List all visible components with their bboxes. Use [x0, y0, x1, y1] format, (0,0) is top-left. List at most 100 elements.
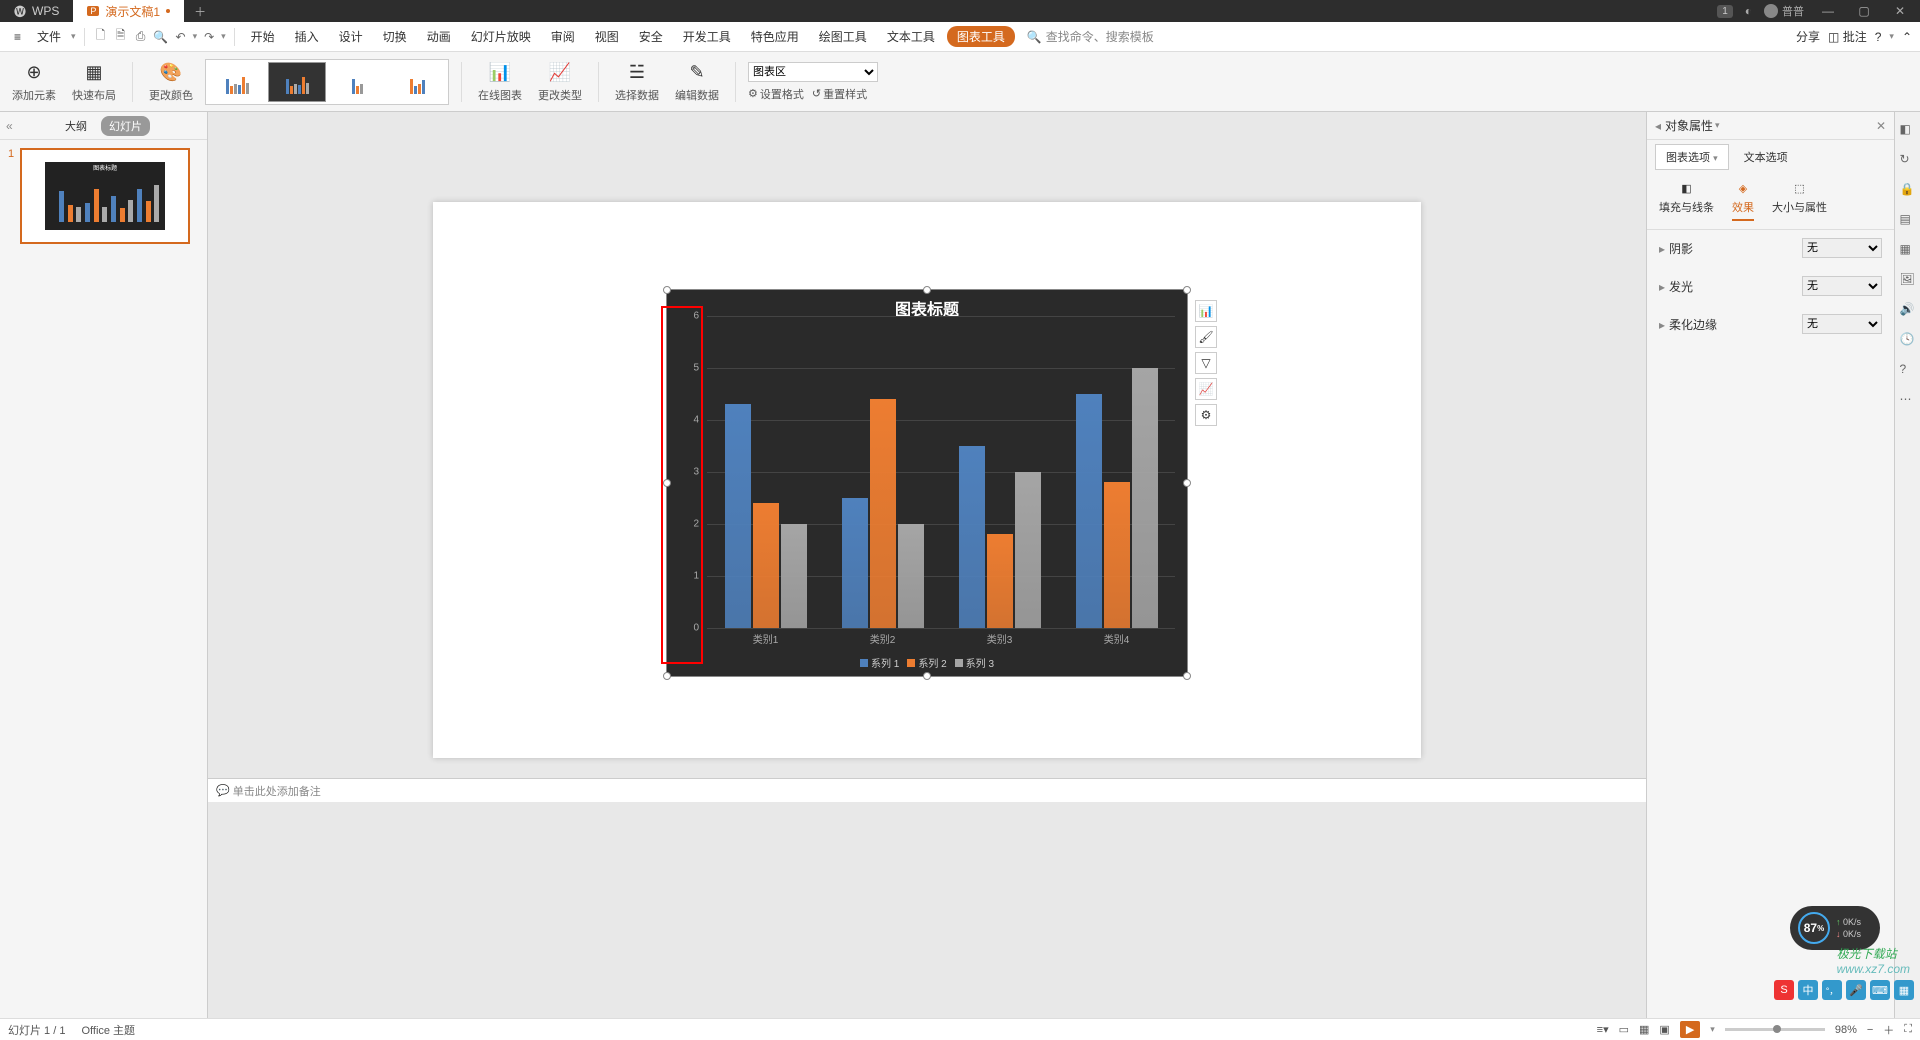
- menu-view[interactable]: 视图: [587, 24, 627, 49]
- tray-sogou-icon[interactable]: S: [1774, 980, 1794, 1000]
- menu-special[interactable]: 特色应用: [743, 24, 807, 49]
- user-area[interactable]: 普普: [1764, 3, 1804, 19]
- command-search[interactable]: 🔍 查找命令、搜索模板: [1019, 26, 1162, 47]
- menu-transition[interactable]: 切换: [375, 24, 415, 49]
- sidebar-sync-icon[interactable]: ↻: [1900, 152, 1916, 168]
- quick-layout-button[interactable]: ▦ 快速布局: [68, 61, 120, 103]
- menu-charttools[interactable]: 图表工具: [947, 26, 1015, 47]
- tray-grid-icon[interactable]: ▦: [1894, 980, 1914, 1000]
- expand-softedge-icon[interactable]: ▸: [1659, 318, 1665, 332]
- chart-data-icon[interactable]: 📈: [1195, 378, 1217, 400]
- text-options-tab[interactable]: 文本选项: [1733, 144, 1799, 170]
- change-color-button[interactable]: 🎨 更改颜色: [145, 61, 197, 103]
- saveas-icon[interactable]: 🗎: [113, 29, 129, 45]
- app-tab[interactable]: 🅦 WPS: [0, 0, 73, 22]
- edit-data-button[interactable]: ✎ 编辑数据: [671, 61, 723, 103]
- menu-drawtools[interactable]: 绘图工具: [811, 24, 875, 49]
- new-tab-button[interactable]: ＋: [184, 3, 216, 20]
- slide-canvas[interactable]: 图表标题 0123456 类别1类别2类别3类别4 系列 1系列 2系列 3 📊…: [433, 202, 1421, 758]
- reset-style-button[interactable]: ↺重置样式: [812, 86, 867, 102]
- expand-shadow-icon[interactable]: ▸: [1659, 242, 1665, 256]
- style-2[interactable]: [268, 62, 326, 102]
- document-tab[interactable]: P 演示文稿1: [73, 0, 184, 22]
- chart-object[interactable]: 图表标题 0123456 类别1类别2类别3类别4 系列 1系列 2系列 3 📊…: [666, 289, 1188, 677]
- sidebar-audio-icon[interactable]: 🔊: [1900, 302, 1916, 318]
- menu-insert[interactable]: 插入: [287, 24, 327, 49]
- online-chart-button[interactable]: 📊 在线图表: [474, 61, 526, 103]
- undo-icon[interactable]: ↶: [173, 29, 189, 45]
- style-1[interactable]: [208, 62, 266, 102]
- share-button[interactable]: 分享: [1796, 28, 1820, 45]
- file-menu[interactable]: 文件: [31, 25, 67, 48]
- slide-thumbnail[interactable]: 图表标题: [20, 148, 190, 244]
- fill-line-subtab[interactable]: ◧填充与线条: [1659, 182, 1714, 221]
- save-icon[interactable]: 🗋: [93, 29, 109, 45]
- fit-icon[interactable]: ⛶: [1904, 1023, 1912, 1036]
- zoom-plus-icon[interactable]: ＋: [1883, 1022, 1894, 1038]
- glow-select[interactable]: 无: [1802, 276, 1882, 296]
- notes-area[interactable]: 💬 单击此处添加备注: [208, 778, 1646, 802]
- tray-mic-icon[interactable]: 🎤: [1846, 980, 1866, 1000]
- change-type-button[interactable]: 📈 更改类型: [534, 61, 586, 103]
- view-reading-icon[interactable]: ▣: [1659, 1023, 1669, 1036]
- sidebar-image-icon[interactable]: 🖼: [1900, 272, 1916, 288]
- menu-texttools[interactable]: 文本工具: [879, 24, 943, 49]
- menu-review[interactable]: 审阅: [543, 24, 583, 49]
- chart-element-selector[interactable]: 图表区: [748, 62, 878, 82]
- notes-toggle-icon[interactable]: ≡▾: [1597, 1023, 1609, 1036]
- preview-icon[interactable]: 🔍: [153, 29, 169, 45]
- sidebar-help-icon[interactable]: ?: [1900, 362, 1916, 378]
- menu-design[interactable]: 设计: [331, 24, 371, 49]
- chart-options-tab[interactable]: 图表选项 ▾: [1655, 144, 1729, 170]
- sidebar-lock-icon[interactable]: 🔒: [1900, 182, 1916, 198]
- zoom-value[interactable]: 98%: [1835, 1024, 1857, 1036]
- tray-punct-icon[interactable]: °，: [1822, 980, 1842, 1000]
- redo-icon[interactable]: ↷: [201, 29, 217, 45]
- view-normal-icon[interactable]: ▭: [1619, 1023, 1629, 1036]
- notification-badge[interactable]: 1: [1717, 5, 1733, 18]
- slides-tab[interactable]: 幻灯片: [101, 116, 150, 136]
- chart-style-gallery[interactable]: [205, 59, 449, 105]
- speed-widget[interactable]: 87% ↑ 0K/s ↓ 0K/s: [1790, 906, 1880, 950]
- maximize-button[interactable]: ▢: [1852, 4, 1876, 18]
- collapse-ribbon-icon[interactable]: ⌃: [1902, 30, 1912, 44]
- collapse-panel-icon[interactable]: «: [6, 119, 13, 133]
- menu-security[interactable]: 安全: [631, 24, 671, 49]
- size-props-subtab[interactable]: ⬚大小与属性: [1772, 182, 1827, 221]
- view-sorter-icon[interactable]: ▦: [1639, 1023, 1649, 1036]
- sidebar-more-icon[interactable]: ⋯: [1900, 392, 1916, 408]
- add-element-button[interactable]: ⊕ 添加元素: [8, 61, 60, 103]
- help-icon[interactable]: ?: [1875, 30, 1882, 44]
- hamburger-icon[interactable]: ≡: [8, 27, 27, 47]
- menu-devtools[interactable]: 开发工具: [675, 24, 739, 49]
- chart-styles-icon[interactable]: 🖌: [1195, 326, 1217, 348]
- menu-animation[interactable]: 动画: [419, 24, 459, 49]
- expand-glow-icon[interactable]: ▸: [1659, 280, 1665, 294]
- print-icon[interactable]: ⎙: [133, 29, 149, 45]
- effects-subtab[interactable]: ◈效果: [1732, 182, 1754, 221]
- zoom-minus-icon[interactable]: −: [1867, 1024, 1873, 1036]
- menu-slideshow[interactable]: 幻灯片放映: [463, 24, 539, 49]
- style-4[interactable]: [388, 62, 446, 102]
- chart-filter-icon[interactable]: ▽: [1195, 352, 1217, 374]
- select-data-button[interactable]: ☱ 选择数据: [611, 61, 663, 103]
- shadow-select[interactable]: 无: [1802, 238, 1882, 258]
- tray-ime-icon[interactable]: 中: [1798, 980, 1818, 1000]
- close-panel-icon[interactable]: ✕: [1876, 119, 1886, 133]
- annotation-icon[interactable]: ◫ 批注: [1828, 28, 1867, 45]
- sidebar-transition-icon[interactable]: ▤: [1900, 212, 1916, 228]
- set-format-button[interactable]: ⚙设置格式: [748, 86, 804, 102]
- sidebar-template-icon[interactable]: ▦: [1900, 242, 1916, 258]
- chart-settings-icon[interactable]: ⚙: [1195, 404, 1217, 426]
- skin-icon[interactable]: ◐: [1745, 4, 1752, 18]
- minimize-button[interactable]: —: [1816, 4, 1840, 18]
- sidebar-history-icon[interactable]: 🕓: [1900, 332, 1916, 348]
- sidebar-properties-icon[interactable]: ◧: [1900, 122, 1916, 138]
- menu-start[interactable]: 开始: [243, 24, 283, 49]
- chart-elements-icon[interactable]: 📊: [1195, 300, 1217, 322]
- close-button[interactable]: ✕: [1888, 4, 1912, 18]
- zoom-slider[interactable]: [1725, 1028, 1825, 1031]
- style-3[interactable]: [328, 62, 386, 102]
- softedge-select[interactable]: 无: [1802, 314, 1882, 334]
- outline-tab[interactable]: 大纲: [57, 116, 95, 136]
